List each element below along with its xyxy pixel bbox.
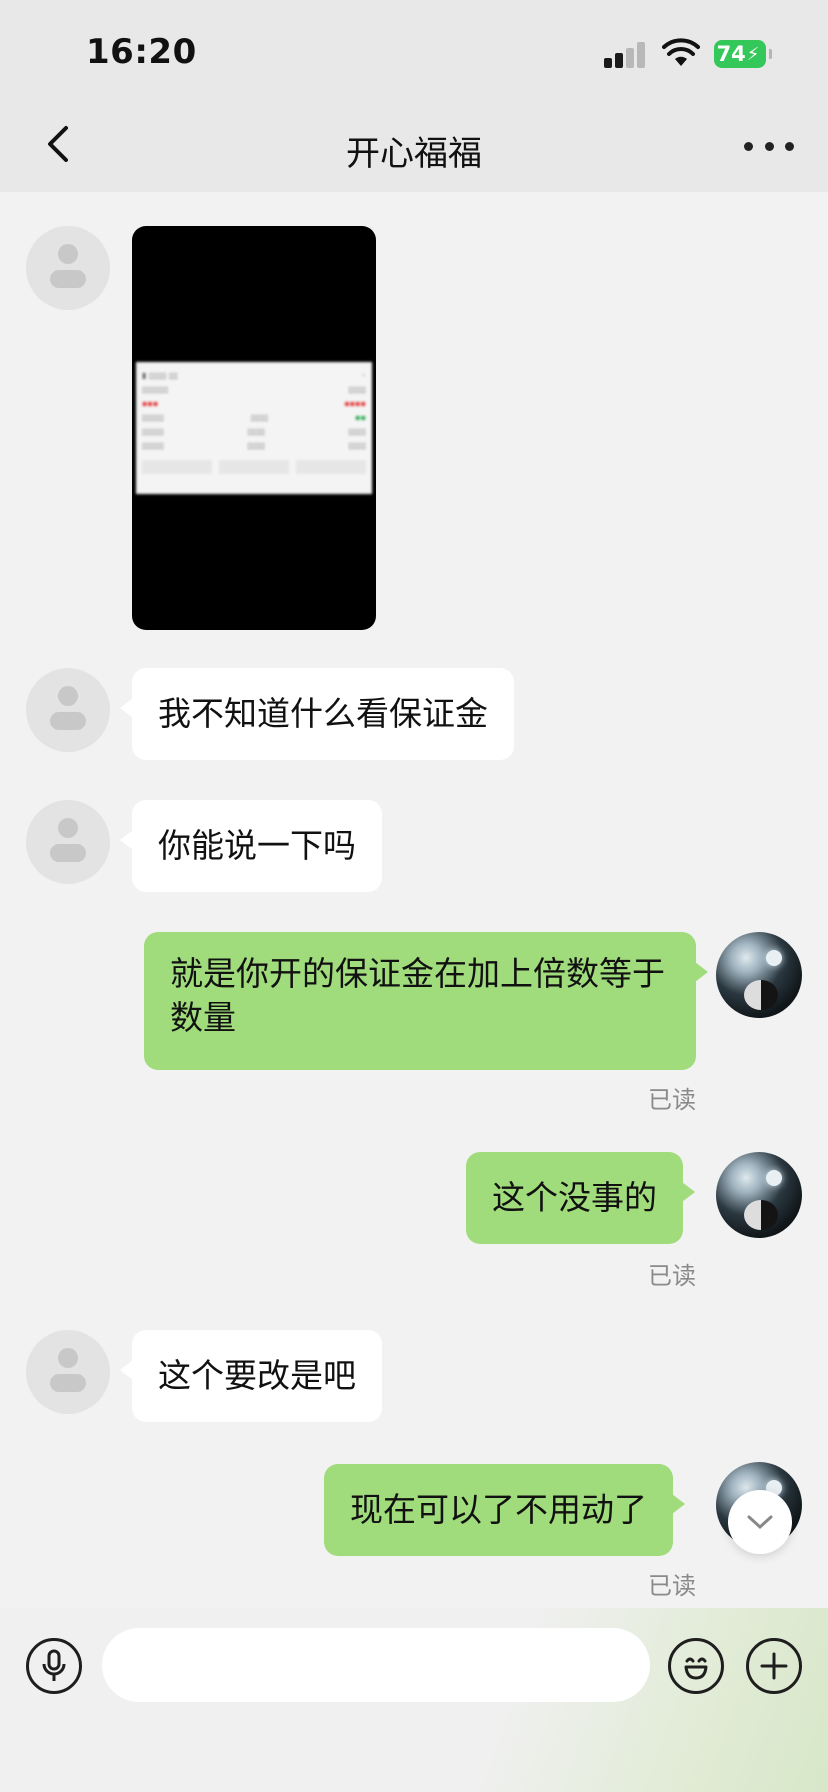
voice-icon — [42, 1649, 66, 1681]
voice-button[interactable] — [26, 1638, 82, 1694]
outgoing-message[interactable]: 现在可以了不用动了 — [324, 1464, 685, 1556]
outgoing-message[interactable]: 这个没事的 — [466, 1152, 695, 1244]
screenshot-preview: ▮ ▯▯▯▯ ▯▯ ◦ ▯▯▯▯▯▯ ▯▯▯▯ ▪▪▪ ▪▪▪▪ ▯▯▯▯▯ ▯▯▯▯ ▪… — [136, 362, 372, 494]
message-text: 我不知道什么看保证金 — [158, 694, 488, 733]
emoji-button[interactable] — [668, 1638, 724, 1694]
contact-avatar[interactable] — [26, 1330, 110, 1414]
read-status: 已读 — [648, 1572, 696, 1600]
contact-avatar[interactable] — [26, 226, 110, 310]
more-icon[interactable] — [744, 134, 794, 158]
wifi-icon — [662, 38, 700, 66]
contact-avatar[interactable] — [26, 668, 110, 752]
contact-avatar[interactable] — [26, 800, 110, 884]
charging-icon: ⚡ — [746, 43, 760, 65]
read-status: 已读 — [648, 1086, 696, 1114]
add-icon — [760, 1652, 788, 1680]
image-message[interactable]: ▮ ▯▯▯▯ ▯▯ ◦ ▯▯▯▯▯▯ ▯▯▯▯ ▪▪▪ ▪▪▪▪ ▯▯▯▯▯ ▯▯▯▯ ▪… — [132, 226, 376, 630]
message-input[interactable] — [102, 1628, 650, 1702]
scroll-to-bottom-button[interactable] — [728, 1490, 792, 1554]
message-text: 就是你开的保证金在加上倍数等于数量 — [170, 954, 665, 1037]
battery-indicator: 74 ⚡ — [714, 40, 772, 68]
add-button[interactable] — [746, 1638, 802, 1694]
message-text: 这个没事的 — [492, 1178, 657, 1217]
cellular-signal-icon — [604, 42, 648, 68]
message-text: 现在可以了不用动了 — [350, 1490, 647, 1529]
incoming-message[interactable]: 我不知道什么看保证金 — [120, 668, 514, 760]
top-bar: 16:20 74 ⚡ 开心福福 — [0, 0, 828, 192]
incoming-message[interactable]: 你能说一下吗 — [120, 800, 382, 892]
user-avatar[interactable] — [716, 1152, 802, 1238]
incoming-message[interactable]: 这个要改是吧 — [120, 1330, 382, 1422]
status-time: 16:20 — [86, 32, 197, 72]
chevron-down-icon — [747, 1515, 773, 1530]
message-text: 这个要改是吧 — [158, 1356, 356, 1395]
chat-title: 开心福福 — [346, 134, 482, 174]
user-avatar[interactable] — [716, 932, 802, 1018]
outgoing-message[interactable]: 就是你开的保证金在加上倍数等于数量 — [144, 932, 708, 1070]
read-status: 已读 — [648, 1262, 696, 1290]
emoji-icon — [684, 1657, 708, 1680]
message-text: 你能说一下吗 — [158, 826, 356, 865]
battery-level: 74 — [716, 42, 746, 66]
